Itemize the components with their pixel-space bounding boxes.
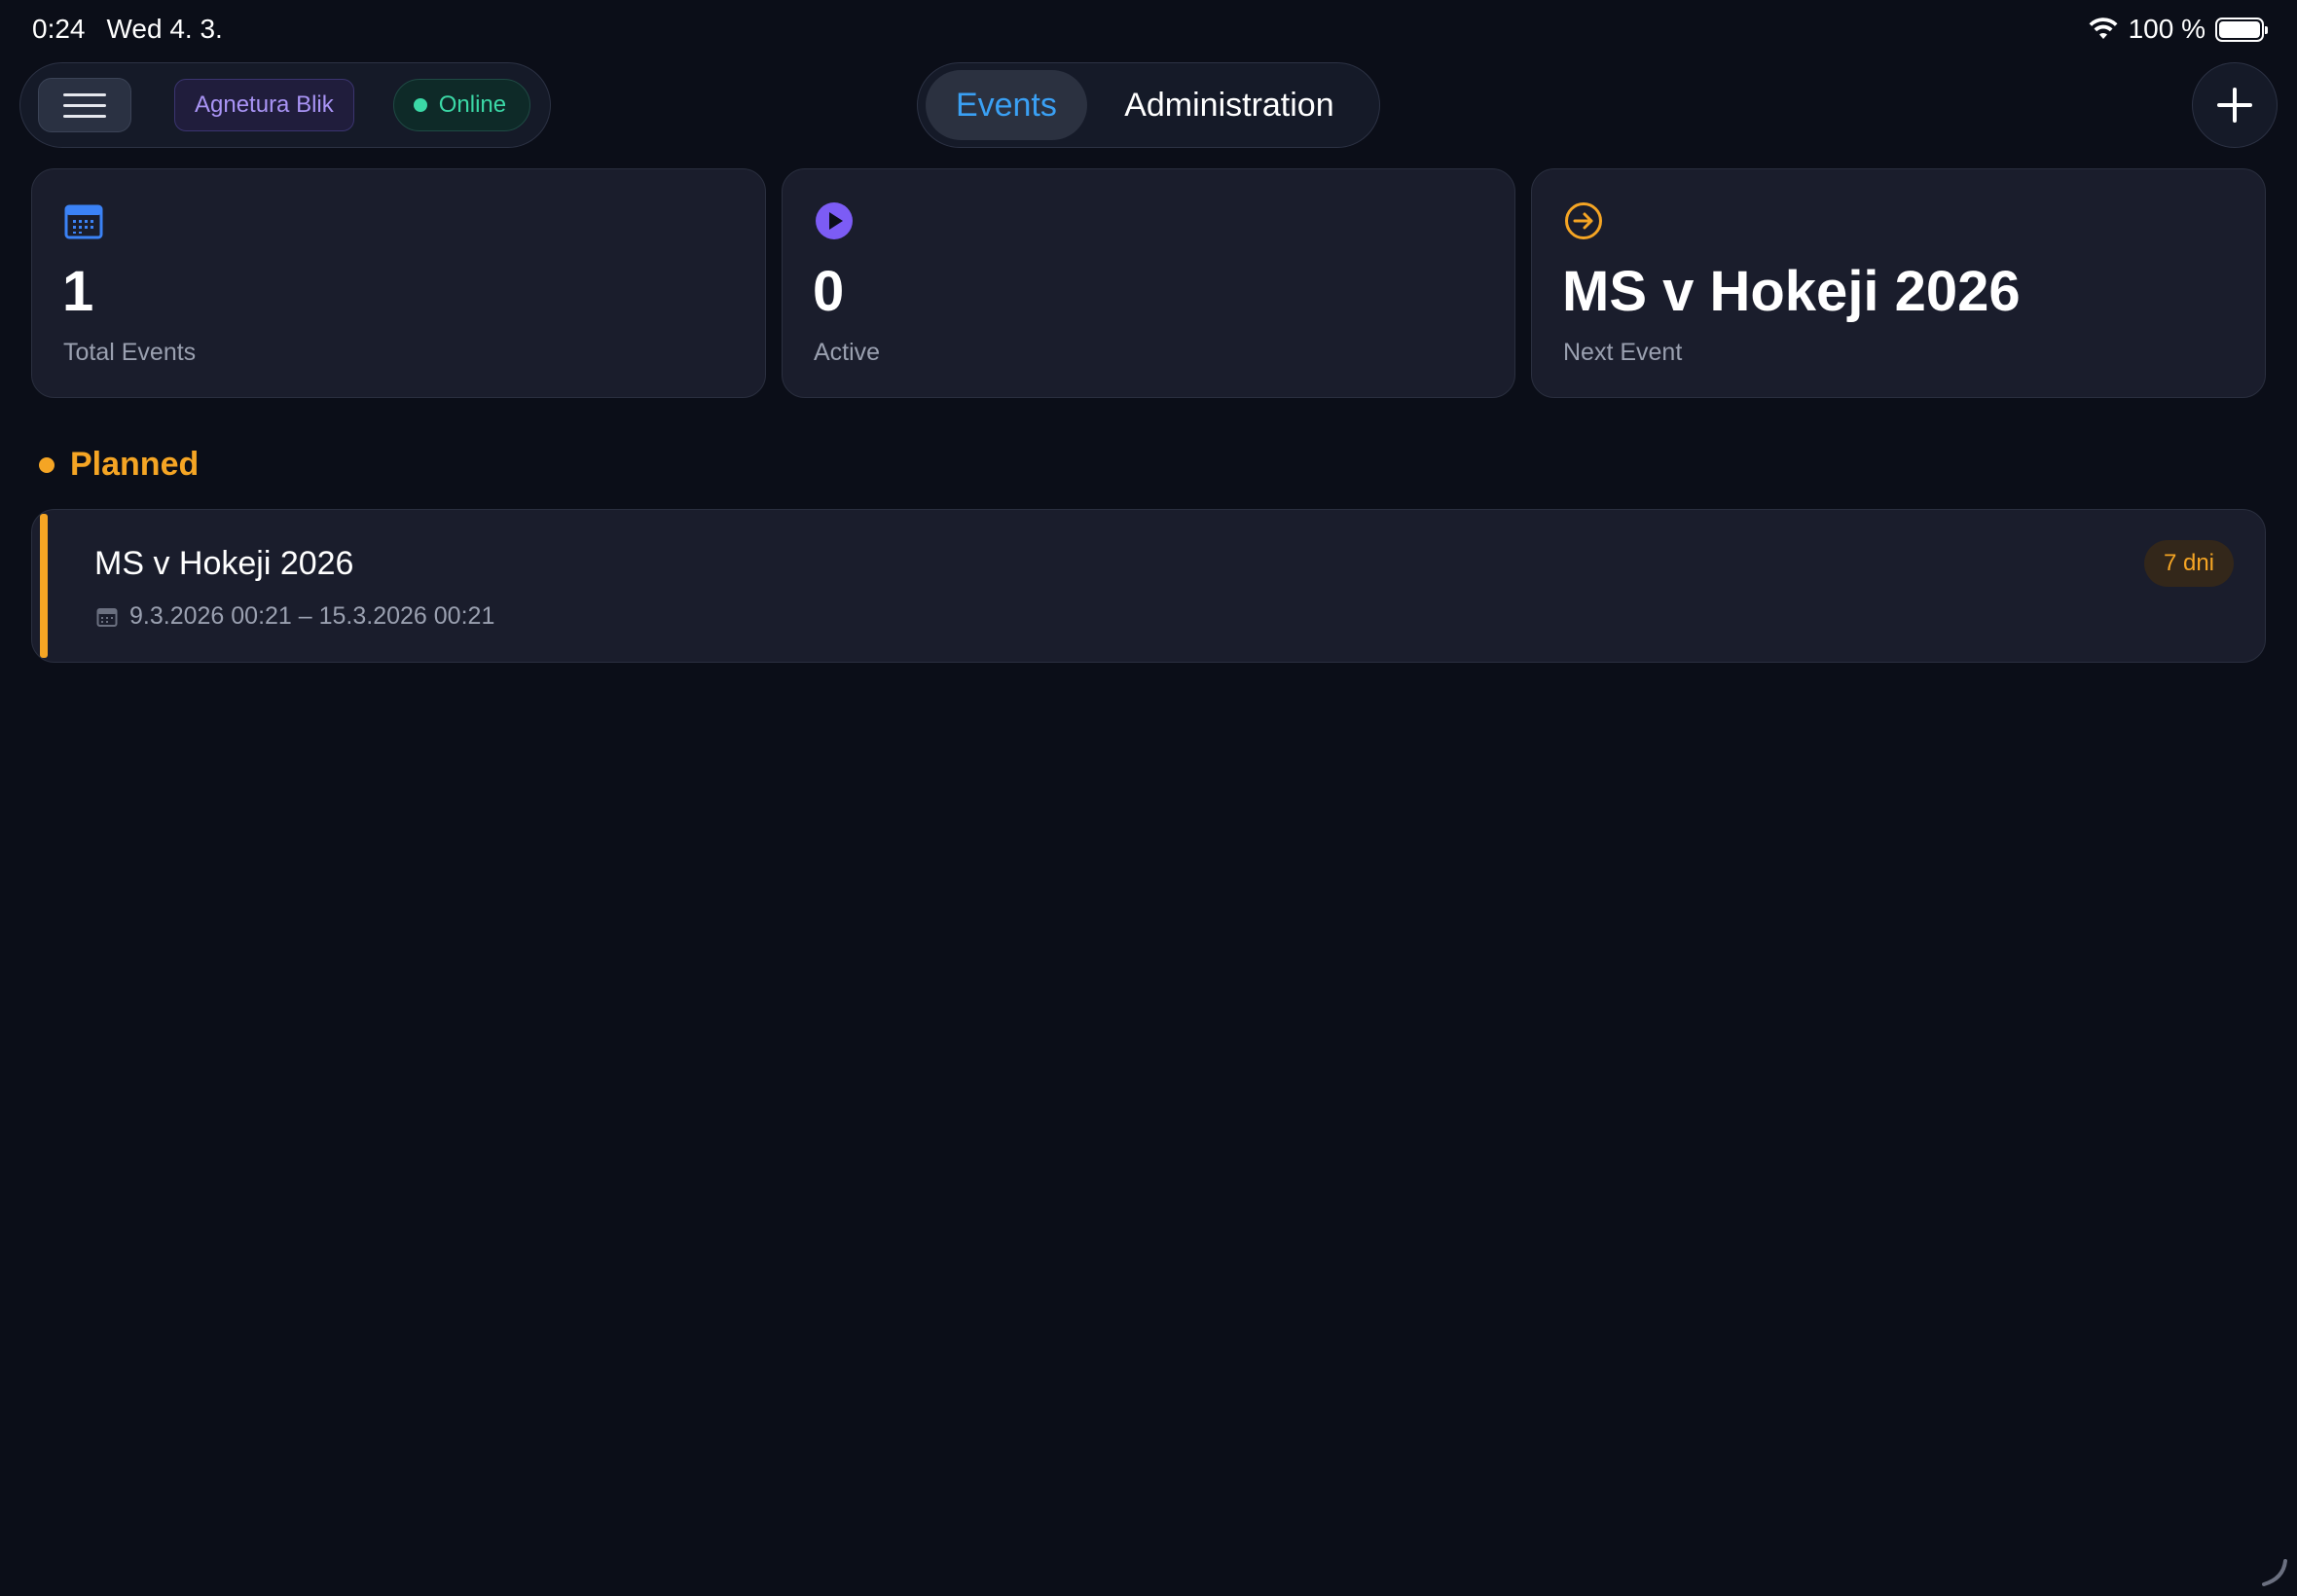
events-screen: 0:24 Wed 4. 3. 100 % Agnetura Blik Onlin… xyxy=(0,0,2297,1596)
wifi-icon xyxy=(2089,18,2118,39)
event-card[interactable]: MS v Hokeji 2026 9.3.2026 00:21 – 15.3.2… xyxy=(31,509,2266,663)
battery-percent: 100 % xyxy=(2128,14,2206,44)
status-bar-right: 100 % xyxy=(2088,14,2268,45)
planned-dot-icon xyxy=(39,456,55,473)
calendar-small-icon xyxy=(96,607,118,627)
stat-card-active: 0 Active xyxy=(782,168,1515,398)
status-time: 0:24 xyxy=(32,14,86,44)
connection-status-label: Online xyxy=(438,91,507,118)
segmented-tabs: Events Administration xyxy=(917,62,1380,148)
event-status-accent xyxy=(40,514,48,658)
next-event-label: Next Event xyxy=(1563,339,1683,366)
tab-administration[interactable]: Administration xyxy=(1087,70,1371,140)
status-bar-left: 0:24 Wed 4. 3. xyxy=(32,14,223,45)
online-dot-icon xyxy=(413,98,427,112)
plus-icon xyxy=(2217,88,2252,123)
hamburger-menu-icon xyxy=(63,92,106,96)
stat-card-next-event[interactable]: MS v Hokeji 2026 Next Event xyxy=(1531,168,2266,398)
user-chip[interactable]: Agnetura Blik xyxy=(174,79,354,131)
add-event-button[interactable] xyxy=(2192,62,2278,148)
menu-button[interactable] xyxy=(38,78,131,132)
event-title: MS v Hokeji 2026 xyxy=(94,545,354,582)
active-label: Active xyxy=(814,339,881,366)
total-events-label: Total Events xyxy=(63,339,197,366)
next-event-value: MS v Hokeji 2026 xyxy=(1562,260,2021,323)
active-value: 0 xyxy=(813,260,845,323)
battery-icon xyxy=(2215,17,2268,42)
calendar-icon xyxy=(64,204,103,239)
event-date-row: 9.3.2026 00:21 – 15.3.2026 00:21 xyxy=(96,602,494,631)
days-remaining-badge: 7 dni xyxy=(2143,540,2234,587)
stat-card-total-events: 1 Total Events xyxy=(31,168,766,398)
resize-corner-icon xyxy=(2262,1559,2287,1586)
section-title: Planned xyxy=(70,446,200,483)
arrow-right-circle-icon xyxy=(1565,202,1602,239)
play-icon xyxy=(816,202,853,239)
total-events-value: 1 xyxy=(62,260,94,323)
toolbar-left-group: Agnetura Blik Online xyxy=(19,62,551,148)
section-header-planned: Planned xyxy=(39,446,199,484)
status-date: Wed 4. 3. xyxy=(106,14,223,44)
tab-events[interactable]: Events xyxy=(926,70,1087,140)
connection-status-badge: Online xyxy=(392,79,531,131)
event-date-range: 9.3.2026 00:21 – 15.3.2026 00:21 xyxy=(129,602,495,630)
